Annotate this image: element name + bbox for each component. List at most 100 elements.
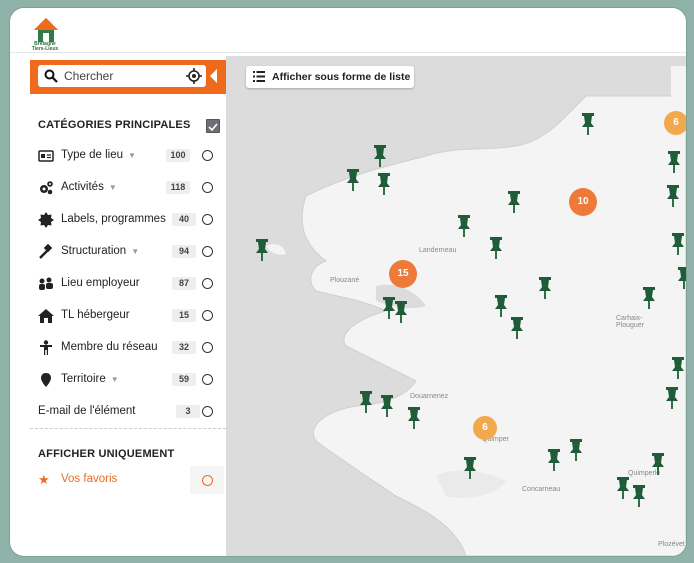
map-pin-icon[interactable] — [455, 214, 473, 238]
map-pin-icon[interactable] — [405, 406, 423, 430]
filter-count: 15 — [172, 309, 196, 322]
map-pin-icon[interactable] — [579, 112, 597, 136]
place-label: Landerneau — [419, 247, 457, 254]
check-icon — [208, 123, 218, 132]
people-icon — [39, 277, 53, 290]
map-cluster[interactable]: 6 — [473, 416, 497, 440]
map-pin-icon[interactable] — [375, 172, 393, 196]
list-view-button[interactable]: Afficher sous forme de liste — [246, 66, 414, 88]
search-icon[interactable] — [44, 69, 58, 83]
place-label: Carhaix-Plouguer — [616, 315, 645, 329]
filter-row-labels[interactable]: Labels, programmes 40 — [30, 208, 226, 232]
map-cluster[interactable]: 6 — [664, 111, 686, 135]
home-icon — [38, 309, 54, 323]
collapse-sidebar-icon[interactable] — [210, 69, 218, 83]
map-pin-icon[interactable] — [675, 266, 686, 290]
map-pin-icon[interactable] — [253, 238, 271, 262]
filter-row-structuration[interactable]: Structuration ▼ 94 — [30, 240, 226, 264]
map-cluster[interactable]: 10 — [569, 188, 597, 216]
map-pin-icon[interactable] — [640, 286, 658, 310]
filter-row-membre-reseau[interactable]: Membre du réseau 32 — [30, 336, 226, 360]
filter-label: Type de lieu ▼ — [61, 149, 136, 161]
app-window: Bretagne Tiers-Lieux Chercher CATÉGORIES… — [10, 8, 686, 556]
filter-radio[interactable] — [202, 214, 213, 225]
chevron-down-icon[interactable]: ▼ — [111, 375, 119, 384]
filter-row-lieu-employeur[interactable]: Lieu employeur 87 — [30, 272, 226, 296]
certificate-icon — [38, 212, 54, 228]
filter-row-activites[interactable]: Activités ▼ 118 — [30, 176, 226, 200]
map-pin-icon[interactable] — [461, 456, 479, 480]
filter-label: TL hébergeur — [61, 309, 130, 321]
map-pin-icon[interactable] — [545, 448, 563, 472]
map-pin-icon[interactable] — [665, 150, 683, 174]
chevron-down-icon[interactable]: ▼ — [131, 247, 139, 256]
hammer-icon — [39, 244, 53, 259]
filter-row-type-de-lieu[interactable]: Type de lieu ▼ 100 — [30, 144, 226, 168]
map-pin-icon[interactable] — [630, 484, 648, 508]
favorites-filter[interactable]: ★ Vos favoris — [30, 466, 226, 494]
map-pin-icon[interactable] — [378, 394, 396, 418]
search-bar — [30, 60, 226, 94]
filter-radio[interactable] — [202, 150, 213, 161]
filter-count: 59 — [172, 373, 196, 386]
filter-radio[interactable] — [202, 182, 213, 193]
map-pin-icon[interactable] — [649, 452, 667, 476]
map-pin-icon[interactable] — [371, 144, 389, 168]
chevron-down-icon[interactable]: ▼ — [128, 151, 136, 160]
filter-radio[interactable] — [202, 310, 213, 321]
favorites-radio-box[interactable] — [190, 466, 224, 494]
filter-label: Lieu employeur — [61, 277, 140, 289]
filter-radio[interactable] — [202, 406, 213, 417]
list-icon — [253, 71, 265, 82]
map-pin-icon[interactable] — [669, 232, 686, 256]
filter-row-territoire[interactable]: Territoire ▼ 59 — [30, 368, 226, 392]
star-icon: ★ — [38, 472, 50, 487]
person-icon — [40, 340, 52, 355]
show-only-title: AFFICHER UNIQUEMENT — [38, 448, 175, 460]
map-pin-icon[interactable] — [536, 276, 554, 300]
map-pin-icon[interactable] — [669, 356, 686, 380]
top-bar: Bretagne Tiers-Lieux — [10, 8, 686, 53]
place-label: Plozévet — [658, 541, 685, 548]
place-label: Concarneau — [522, 486, 561, 493]
filter-sidebar: CATÉGORIES PRINCIPALES Type de lieu▼ 100… — [30, 60, 226, 550]
filter-label: Labels, programmes — [61, 213, 166, 225]
filter-count: 87 — [172, 277, 196, 290]
main-categories-title: CATÉGORIES PRINCIPALES — [38, 119, 191, 131]
filter-count: 118 — [166, 181, 190, 194]
map-pin-icon[interactable] — [392, 300, 410, 324]
map-pin-icon[interactable] — [567, 438, 585, 462]
map-pin-icon[interactable] — [664, 184, 682, 208]
filter-label: Territoire ▼ — [61, 373, 119, 385]
map-pin-icon[interactable] — [508, 316, 526, 340]
filter-label: Activités ▼ — [61, 181, 117, 193]
map-pin-icon[interactable] — [344, 168, 362, 192]
map-canvas[interactable]: Landerneau Plouzané Carhaix-Plouguer Dou… — [226, 56, 686, 556]
filter-radio[interactable] — [202, 278, 213, 289]
filter-row-tl-hebergeur[interactable]: TL hébergeur 15 — [30, 304, 226, 328]
map-pin-icon[interactable] — [663, 386, 681, 410]
map-pin-icon[interactable] — [357, 390, 375, 414]
favorites-label: Vos favoris — [61, 473, 118, 485]
filter-radio[interactable] — [202, 246, 213, 257]
id-card-icon — [38, 150, 54, 162]
filter-label: E-mail de l'élément — [38, 405, 136, 417]
geolocate-icon[interactable] — [186, 68, 202, 84]
filter-radio[interactable] — [202, 374, 213, 385]
filter-label: Membre du réseau — [61, 341, 158, 353]
favorites-radio[interactable] — [202, 475, 213, 486]
map-pin-icon[interactable] — [492, 294, 510, 318]
gears-icon — [40, 181, 53, 195]
map-cluster[interactable]: 15 — [389, 260, 417, 288]
map-pin-icon[interactable] — [505, 190, 523, 214]
map-pin-icon[interactable] — [487, 236, 505, 260]
filter-row-email[interactable]: E-mail de l'élément 3 — [30, 400, 226, 424]
search-box — [38, 65, 206, 87]
logo-text: Bretagne Tiers-Lieux — [31, 41, 59, 52]
search-input[interactable] — [64, 68, 184, 84]
chevron-down-icon[interactable]: ▼ — [109, 183, 117, 192]
filter-radio[interactable] — [202, 342, 213, 353]
select-all-checkbox[interactable] — [206, 119, 220, 133]
filter-label: Structuration ▼ — [61, 245, 140, 257]
filter-count: 3 — [176, 405, 200, 418]
